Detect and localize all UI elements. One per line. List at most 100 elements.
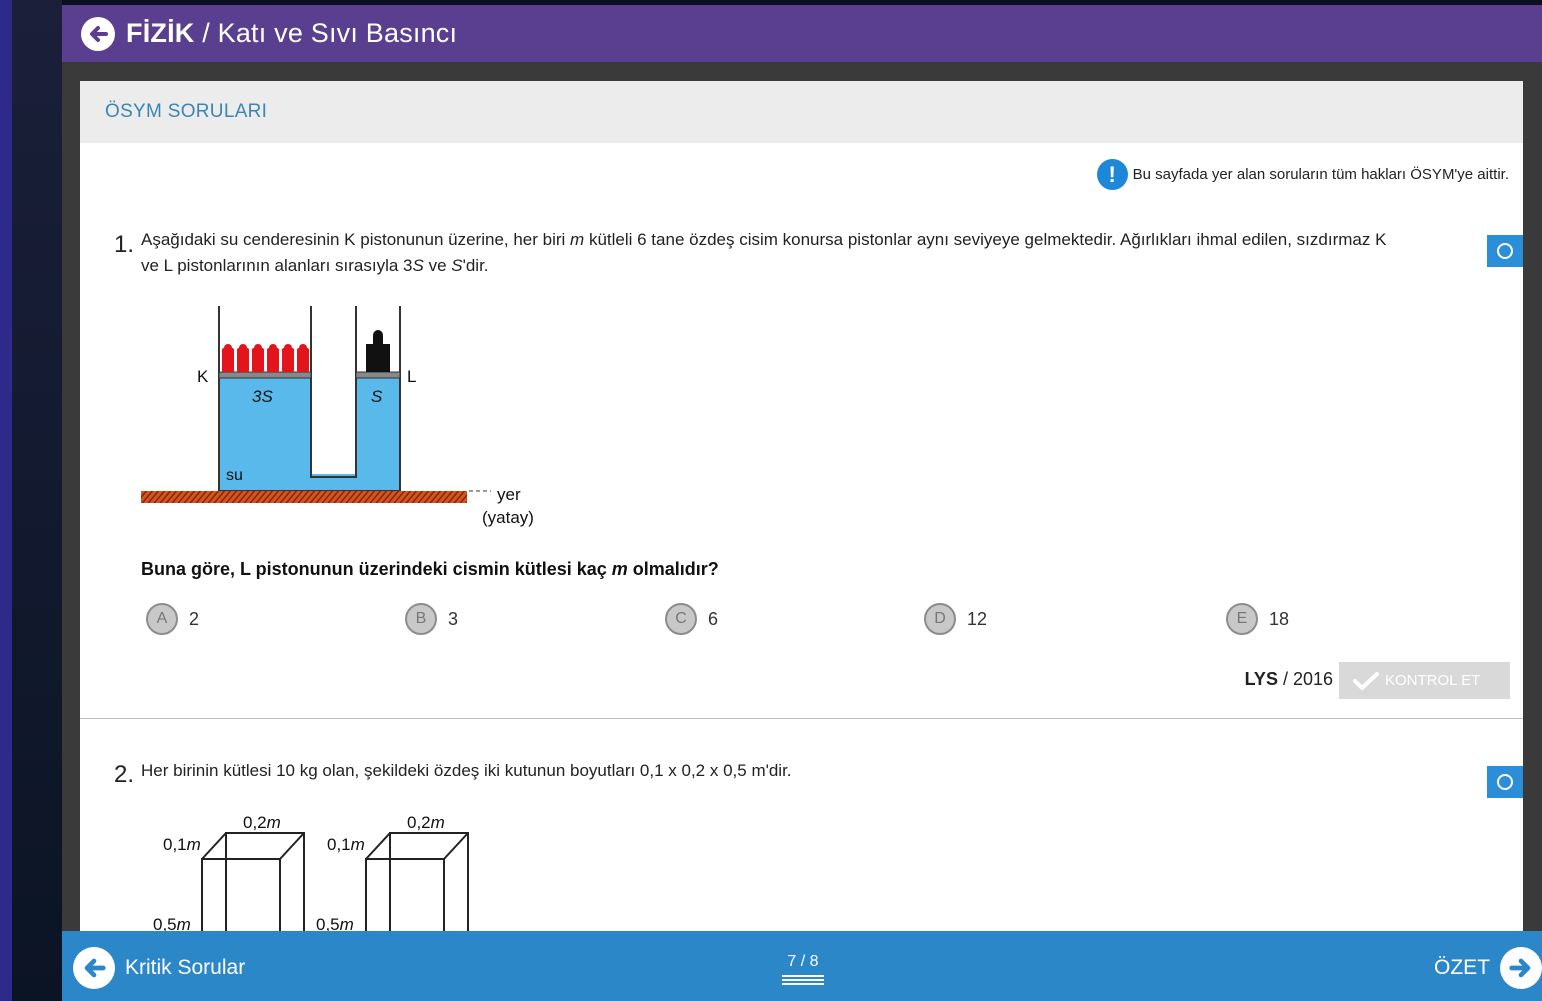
value: 0,5 [153, 915, 177, 931]
exclamation-icon: ! [1096, 159, 1128, 190]
box2-width-label: 0,2m [407, 813, 445, 832]
option-d[interactable]: D 12 [924, 603, 987, 635]
question-2-text: Her birinin kütlesi 10 kg olan, şekildek… [141, 761, 792, 780]
critical-questions-button[interactable]: Kritik Sorular [73, 947, 245, 989]
box1-height-label: 0,5m [153, 915, 191, 931]
boxes-figure: 0,2m 0,1m 0,5m 0,2m 0,1m 0,5m [153, 813, 469, 931]
question-2-number: 2. [114, 761, 135, 788]
value: 0,1 [327, 835, 351, 854]
value: 0,2 [407, 813, 431, 832]
unit: m [187, 835, 201, 854]
app-window: FİZİK / Katı ve Sıvı Basıncı ÖSYM SORULA… [62, 5, 1542, 1001]
section-header: ÖSYM SORULARI [80, 81, 1523, 143]
q1-text-part: kütleli 6 tane özdeş cisim konursa pisto… [584, 230, 1387, 249]
summary-label: ÖZET [1434, 956, 1490, 979]
circle-icon [1497, 243, 1513, 259]
title-separator: / [194, 18, 218, 48]
option-value: 3 [448, 608, 459, 629]
circle-icon [1497, 774, 1513, 790]
copyright-notice: ! Bu sayfada yer alan soruların tüm hakl… [1096, 159, 1509, 190]
option-a[interactable]: A2 [146, 603, 199, 635]
label-yatay: (yatay) [482, 508, 534, 527]
option-letter: C [665, 603, 697, 635]
ask-var-m: m [611, 559, 628, 579]
q1-var-s: S [451, 256, 463, 275]
box-1 [201, 832, 305, 931]
arrow-left-icon [90, 25, 108, 42]
q1-text-part: Aşağıdaki su cenderesinin K pistonunun ü… [141, 230, 571, 249]
label-3s: 3S [252, 387, 273, 406]
option-letter: A [146, 603, 178, 635]
box-2 [365, 832, 469, 931]
label-s: S [371, 387, 383, 406]
question-source: LYS / 2016 [1245, 669, 1333, 690]
option-value: 12 [967, 608, 988, 629]
weight-l [366, 330, 390, 372]
label-su: su [226, 467, 243, 484]
left-edge-strip [0, 0, 12, 1001]
option-letter: D [924, 603, 956, 635]
unit: m [351, 835, 365, 854]
label-yer: yer [497, 485, 521, 504]
box1-width-label: 0,2m [243, 813, 281, 832]
option-letter: B [405, 603, 437, 635]
question-1-text: Aşağıdaki su cenderesinin K pistonunun ü… [141, 227, 1486, 279]
value: 0,1 [163, 835, 187, 854]
bottom-bar: Kritik Sorular 7 / 8 ÖZET [62, 931, 1542, 1001]
page-indicator[interactable]: 7 / 8 [782, 953, 824, 987]
option-value: 6 [708, 608, 719, 629]
q1-var-m: m [570, 230, 585, 249]
option-c[interactable]: C6 [665, 603, 718, 635]
q1-text-part: ve L pistonlarının alanları sırasıyla 3 [141, 256, 413, 275]
back-button[interactable] [81, 16, 115, 51]
ask-part: Buna göre, L pistonunun üzerindeki cismi… [141, 559, 612, 579]
arrow-left-icon [73, 947, 115, 989]
critical-questions-label: Kritik Sorular [125, 956, 246, 979]
option-letter: E [1226, 603, 1258, 635]
q1-var-s: S [412, 256, 424, 275]
source-exam: LYS [1244, 669, 1278, 689]
box2-height-label: 0,5m [316, 915, 354, 931]
top-bar: FİZİK / Katı ve Sıvı Basıncı [62, 5, 1542, 62]
topic-label: Katı ve Sıvı Basıncı [217, 18, 458, 48]
bookmark-button-q1[interactable] [1487, 235, 1523, 267]
option-e[interactable]: E 18 [1226, 603, 1289, 635]
unit: m [431, 813, 445, 832]
unit: m [340, 915, 354, 931]
question-1-prompt: Buna göre, L pistonunun üzerindeki cismi… [141, 559, 719, 580]
q1-text-part: 'dir. [462, 256, 489, 275]
option-b[interactable]: B3 [405, 603, 458, 635]
page-number: 7 / 8 [787, 953, 819, 970]
check-answer-button[interactable]: KONTROL ET [1339, 662, 1510, 699]
bookmark-button-q2[interactable] [1487, 766, 1523, 798]
ask-part: olmalıdır? [627, 559, 719, 579]
value: 0,5 [316, 915, 340, 931]
inner-wall [310, 306, 357, 478]
piston-l [355, 371, 401, 379]
notice-text: Bu sayfada yer alan soruların tüm haklar… [1132, 166, 1509, 183]
unit: m [177, 915, 191, 931]
source-year: / 2016 [1277, 669, 1333, 689]
value: 0,2 [243, 813, 267, 832]
box1-depth-label: 0,1m [163, 835, 201, 854]
question-1-number: 1. [114, 231, 135, 258]
section-title: ÖSYM SORULARI [105, 101, 268, 122]
checkmark-icon [1353, 671, 1379, 690]
subject-label: FİZİK [126, 18, 195, 48]
piston-k [218, 371, 312, 379]
menu-icon [782, 975, 824, 985]
box2-depth-label: 0,1m [327, 835, 365, 854]
summary-button[interactable]: ÖZET [1434, 947, 1542, 989]
unit: m [267, 813, 281, 832]
option-value: 18 [1269, 608, 1290, 629]
option-value: 2 [189, 608, 200, 629]
label-k: K [197, 367, 209, 386]
page-title: FİZİK / Katı ve Sıvı Basıncı [126, 18, 457, 49]
arrow-right-icon [1500, 947, 1542, 989]
hydraulic-press-figure: K L 3S S su yer (yatay) [141, 306, 534, 527]
question-panel: ÖSYM SORULARI ! Bu sayfada yer alan soru… [80, 81, 1523, 931]
label-l: L [407, 367, 416, 386]
question-divider [80, 718, 1523, 719]
weights-k [222, 344, 309, 372]
q1-text-part: ve [423, 256, 452, 275]
